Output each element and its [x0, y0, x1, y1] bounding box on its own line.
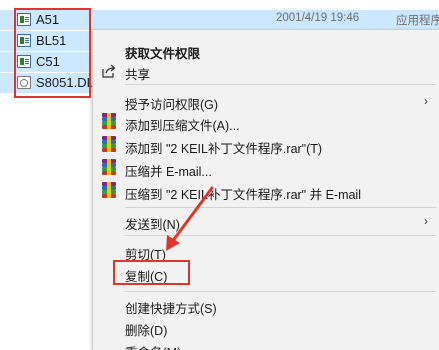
- menu-item-create-shortcut[interactable]: 创建快捷方式(S): [93, 294, 439, 316]
- menu-separator: [125, 291, 436, 292]
- menu-item-grant-access[interactable]: 授予访问权限(G) ›: [93, 90, 439, 112]
- menu-item-label: 添加到压缩文件(A)...: [125, 119, 240, 133]
- file-type: 应用程序: [396, 15, 439, 27]
- menu-item-share[interactable]: 共享: [93, 60, 439, 82]
- menu-item-label: 共享: [125, 68, 151, 82]
- menu-item-compress-rar-email[interactable]: 压缩到 "2 KEIL补丁文件程序.rar" 并 E-mail: [93, 180, 439, 202]
- menu-separator: [125, 84, 436, 85]
- winrar-icon: [102, 113, 116, 129]
- menu-item-get-permissions[interactable]: 获取文件权限: [93, 39, 439, 61]
- menu-item-label: 创建快捷方式(S): [125, 302, 217, 316]
- file-date: 2001/4/19 19:46: [276, 12, 360, 24]
- menu-item-compress-email[interactable]: 压缩并 E-mail...: [93, 157, 439, 179]
- menu-item-label: 删除(D): [125, 324, 168, 338]
- files-highlight-box: [14, 8, 91, 98]
- menu-item-rename[interactable]: 重命名(M): [93, 338, 439, 350]
- menu-item-label: 发送到(N): [125, 218, 180, 232]
- menu-item-add-to-rar[interactable]: 添加到 "2 KEIL补丁文件程序.rar"(T): [93, 134, 439, 156]
- chevron-right-icon: ›: [424, 214, 428, 228]
- context-menu: 获取文件权限 共享 授予访问权限(G) › 添加到压缩文件(A)... 添加到 …: [92, 29, 439, 350]
- copy-highlight-box: [113, 260, 190, 285]
- menu-item-cut[interactable]: 剪切(T): [93, 240, 439, 262]
- menu-separator: [125, 207, 436, 208]
- menu-item-add-to-archive[interactable]: 添加到压缩文件(A)...: [93, 111, 439, 133]
- menu-item-send-to[interactable]: 发送到(N) ›: [93, 210, 439, 232]
- menu-separator: [125, 235, 436, 236]
- share-icon: [101, 63, 117, 79]
- winrar-icon: [102, 182, 116, 198]
- menu-item-label: 压缩并 E-mail...: [125, 165, 212, 179]
- menu-item-delete[interactable]: 删除(D): [93, 316, 439, 338]
- winrar-icon: [102, 159, 116, 175]
- menu-item-label: 添加到 "2 KEIL补丁文件程序.rar"(T): [125, 142, 323, 156]
- winrar-icon: [102, 136, 116, 152]
- chevron-right-icon: ›: [424, 94, 428, 108]
- menu-item-label: 压缩到 "2 KEIL补丁文件程序.rar" 并 E-mail: [125, 188, 361, 202]
